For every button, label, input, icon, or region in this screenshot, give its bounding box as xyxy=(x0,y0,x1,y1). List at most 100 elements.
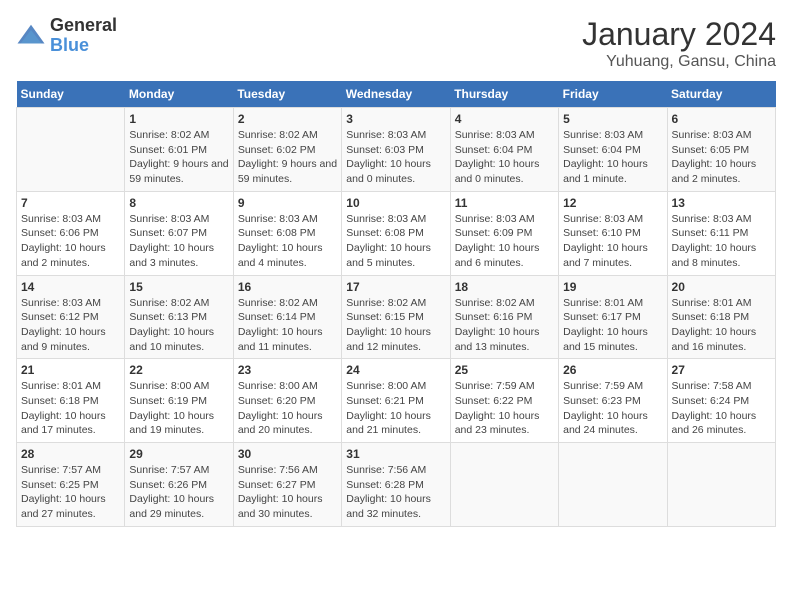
day-info: Sunrise: 8:02 AMSunset: 6:14 PMDaylight:… xyxy=(238,296,337,355)
day-number: 24 xyxy=(346,363,445,377)
day-info: Sunrise: 7:56 AMSunset: 6:27 PMDaylight:… xyxy=(238,463,337,522)
calendar-title: January 2024 xyxy=(582,16,776,53)
header-thursday: Thursday xyxy=(450,81,558,108)
day-info: Sunrise: 8:02 AMSunset: 6:15 PMDaylight:… xyxy=(346,296,445,355)
day-info: Sunrise: 8:02 AMSunset: 6:01 PMDaylight:… xyxy=(129,128,228,187)
day-info: Sunrise: 8:02 AMSunset: 6:02 PMDaylight:… xyxy=(238,128,337,187)
day-info: Sunrise: 7:57 AMSunset: 6:26 PMDaylight:… xyxy=(129,463,228,522)
calendar-cell: 27 Sunrise: 7:58 AMSunset: 6:24 PMDayligh… xyxy=(667,359,775,443)
day-info: Sunrise: 8:03 AMSunset: 6:11 PMDaylight:… xyxy=(672,212,771,271)
day-number: 29 xyxy=(129,447,228,461)
calendar-subtitle: Yuhuang, Gansu, China xyxy=(582,53,776,71)
calendar-cell: 1 Sunrise: 8:02 AMSunset: 6:01 PMDaylight… xyxy=(125,108,233,192)
calendar-cell: 8Sunrise: 8:03 AMSunset: 6:07 PMDaylight… xyxy=(125,191,233,275)
calendar-week-row: 28 Sunrise: 7:57 AMSunset: 6:25 PMDayligh… xyxy=(17,443,776,527)
calendar-cell: 25 Sunrise: 7:59 AMSunset: 6:22 PMDayligh… xyxy=(450,359,558,443)
day-number: 8 xyxy=(129,196,228,210)
calendar-cell: 28 Sunrise: 7:57 AMSunset: 6:25 PMDayligh… xyxy=(17,443,125,527)
day-info: Sunrise: 8:01 AMSunset: 6:18 PMDaylight:… xyxy=(672,296,771,355)
day-info: Sunrise: 7:58 AMSunset: 6:24 PMDaylight:… xyxy=(672,379,771,438)
header-tuesday: Tuesday xyxy=(233,81,341,108)
calendar-cell: 24 Sunrise: 8:00 AMSunset: 6:21 PMDayligh… xyxy=(342,359,450,443)
calendar-cell: 20 Sunrise: 8:01 AMSunset: 6:18 PMDayligh… xyxy=(667,275,775,359)
day-number: 15 xyxy=(129,280,228,294)
day-number: 11 xyxy=(455,196,554,210)
day-number: 17 xyxy=(346,280,445,294)
logo-text: GeneralBlue xyxy=(50,16,117,56)
calendar-cell: 4 Sunrise: 8:03 AMSunset: 6:04 PMDaylight… xyxy=(450,108,558,192)
day-info: Sunrise: 7:59 AMSunset: 6:23 PMDaylight:… xyxy=(563,379,662,438)
calendar-week-row: 21 Sunrise: 8:01 AMSunset: 6:18 PMDayligh… xyxy=(17,359,776,443)
calendar-cell: 30 Sunrise: 7:56 AMSunset: 6:27 PMDayligh… xyxy=(233,443,341,527)
day-info: Sunrise: 8:03 AMSunset: 6:12 PMDaylight:… xyxy=(21,296,120,355)
calendar-cell: 29 Sunrise: 7:57 AMSunset: 6:26 PMDayligh… xyxy=(125,443,233,527)
day-info: Sunrise: 8:03 AMSunset: 6:08 PMDaylight:… xyxy=(238,212,337,271)
calendar-cell: 22 Sunrise: 8:00 AMSunset: 6:19 PMDayligh… xyxy=(125,359,233,443)
day-info: Sunrise: 8:03 AMSunset: 6:04 PMDaylight:… xyxy=(455,128,554,187)
day-number: 9 xyxy=(238,196,337,210)
logo-icon xyxy=(16,21,46,51)
header-friday: Friday xyxy=(559,81,667,108)
day-info: Sunrise: 8:00 AMSunset: 6:21 PMDaylight:… xyxy=(346,379,445,438)
calendar-cell: 14Sunrise: 8:03 AMSunset: 6:12 PMDayligh… xyxy=(17,275,125,359)
day-number: 3 xyxy=(346,112,445,126)
calendar-cell: 9 Sunrise: 8:03 AMSunset: 6:08 PMDaylight… xyxy=(233,191,341,275)
calendar-cell: 6 Sunrise: 8:03 AMSunset: 6:05 PMDaylight… xyxy=(667,108,775,192)
calendar-cell: 12Sunrise: 8:03 AMSunset: 6:10 PMDayligh… xyxy=(559,191,667,275)
day-info: Sunrise: 7:57 AMSunset: 6:25 PMDaylight:… xyxy=(21,463,120,522)
calendar-cell: 13 Sunrise: 8:03 AMSunset: 6:11 PMDayligh… xyxy=(667,191,775,275)
day-number: 23 xyxy=(238,363,337,377)
day-info: Sunrise: 8:03 AMSunset: 6:09 PMDaylight:… xyxy=(455,212,554,271)
day-number: 20 xyxy=(672,280,771,294)
day-number: 7 xyxy=(21,196,120,210)
day-info: Sunrise: 8:03 AMSunset: 6:03 PMDaylight:… xyxy=(346,128,445,187)
day-info: Sunrise: 8:02 AMSunset: 6:16 PMDaylight:… xyxy=(455,296,554,355)
day-number: 31 xyxy=(346,447,445,461)
header-sunday: Sunday xyxy=(17,81,125,108)
calendar-cell xyxy=(450,443,558,527)
calendar-cell xyxy=(559,443,667,527)
calendar-cell: 5 Sunrise: 8:03 AMSunset: 6:04 PMDaylight… xyxy=(559,108,667,192)
day-number: 30 xyxy=(238,447,337,461)
header-saturday: Saturday xyxy=(667,81,775,108)
calendar-cell: 2Sunrise: 8:02 AMSunset: 6:02 PMDaylight… xyxy=(233,108,341,192)
calendar-week-row: 1 Sunrise: 8:02 AMSunset: 6:01 PMDaylight… xyxy=(17,108,776,192)
day-info: Sunrise: 8:00 AMSunset: 6:20 PMDaylight:… xyxy=(238,379,337,438)
day-number: 1 xyxy=(129,112,228,126)
day-number: 21 xyxy=(21,363,120,377)
calendar-cell: 11 Sunrise: 8:03 AMSunset: 6:09 PMDayligh… xyxy=(450,191,558,275)
logo: GeneralBlue xyxy=(16,16,117,56)
day-info: Sunrise: 8:02 AMSunset: 6:13 PMDaylight:… xyxy=(129,296,228,355)
calendar-cell: 19Sunrise: 8:01 AMSunset: 6:17 PMDayligh… xyxy=(559,275,667,359)
calendar-week-row: 7 Sunrise: 8:03 AMSunset: 6:06 PMDaylight… xyxy=(17,191,776,275)
day-info: Sunrise: 7:59 AMSunset: 6:22 PMDaylight:… xyxy=(455,379,554,438)
day-number: 4 xyxy=(455,112,554,126)
day-number: 5 xyxy=(563,112,662,126)
day-number: 6 xyxy=(672,112,771,126)
day-number: 13 xyxy=(672,196,771,210)
calendar-cell: 3 Sunrise: 8:03 AMSunset: 6:03 PMDaylight… xyxy=(342,108,450,192)
day-info: Sunrise: 8:03 AMSunset: 6:08 PMDaylight:… xyxy=(346,212,445,271)
day-info: Sunrise: 8:03 AMSunset: 6:05 PMDaylight:… xyxy=(672,128,771,187)
calendar-cell xyxy=(17,108,125,192)
day-info: Sunrise: 8:01 AMSunset: 6:18 PMDaylight:… xyxy=(21,379,120,438)
day-number: 27 xyxy=(672,363,771,377)
day-info: Sunrise: 8:03 AMSunset: 6:04 PMDaylight:… xyxy=(563,128,662,187)
calendar-cell: 21 Sunrise: 8:01 AMSunset: 6:18 PMDayligh… xyxy=(17,359,125,443)
calendar-cell: 31Sunrise: 7:56 AMSunset: 6:28 PMDayligh… xyxy=(342,443,450,527)
day-number: 16 xyxy=(238,280,337,294)
calendar-cell: 15 Sunrise: 8:02 AMSunset: 6:13 PMDayligh… xyxy=(125,275,233,359)
day-number: 18 xyxy=(455,280,554,294)
day-number: 25 xyxy=(455,363,554,377)
calendar-cell: 16 Sunrise: 8:02 AMSunset: 6:14 PMDayligh… xyxy=(233,275,341,359)
calendar-cell: 7 Sunrise: 8:03 AMSunset: 6:06 PMDaylight… xyxy=(17,191,125,275)
header-monday: Monday xyxy=(125,81,233,108)
day-number: 10 xyxy=(346,196,445,210)
page-header: GeneralBlue January 2024 Yuhuang, Gansu,… xyxy=(16,16,776,71)
calendar-cell: 18 Sunrise: 8:02 AMSunset: 6:16 PMDayligh… xyxy=(450,275,558,359)
day-info: Sunrise: 8:03 AMSunset: 6:06 PMDaylight:… xyxy=(21,212,120,271)
day-number: 22 xyxy=(129,363,228,377)
calendar-cell: 17 Sunrise: 8:02 AMSunset: 6:15 PMDayligh… xyxy=(342,275,450,359)
day-info: Sunrise: 8:00 AMSunset: 6:19 PMDaylight:… xyxy=(129,379,228,438)
day-number: 28 xyxy=(21,447,120,461)
